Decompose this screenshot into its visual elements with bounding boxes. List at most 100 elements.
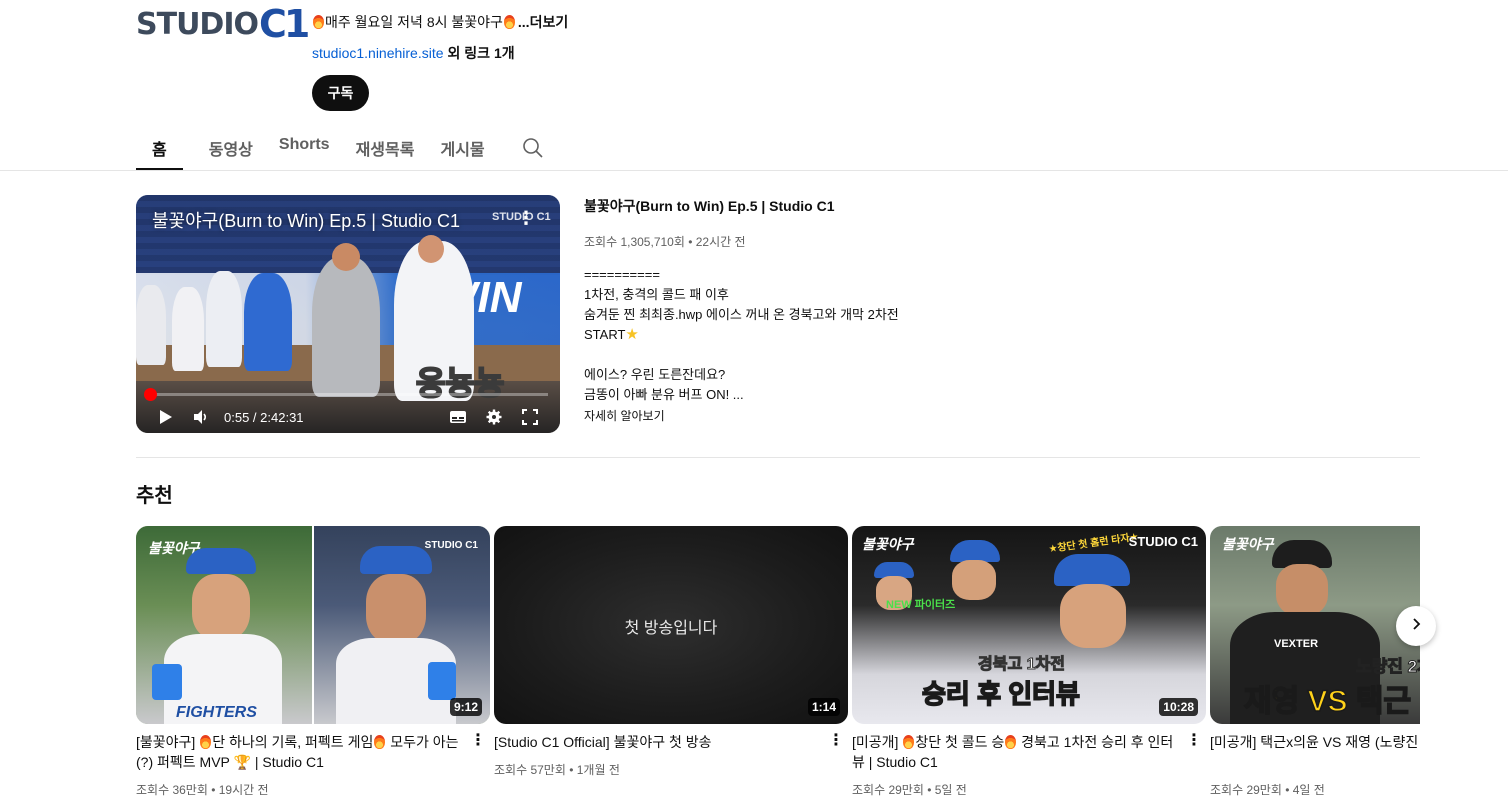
featured-video-meta: 조회수 1,305,710회 • 22시간 전 <box>584 235 746 249</box>
thumb-badge <box>428 662 456 700</box>
current-time: 0:55 <box>224 409 250 425</box>
video-title-part: [불꽃야구] <box>136 734 200 750</box>
player-caption-art: 옹뇽뇽 <box>415 364 505 402</box>
player-figure <box>1054 554 1130 586</box>
thumb-caption-main: 승리 후 인터뷰 <box>921 678 1080 710</box>
more-vert-icon[interactable]: ⋮ <box>828 732 844 752</box>
thumb-brand: 불꽃야구 <box>862 536 914 552</box>
player-figure <box>360 546 432 574</box>
person-figure <box>1276 564 1328 616</box>
description-line: 금똥이 아빠 분유 버프 ON! ... <box>584 387 744 402</box>
play-icon[interactable] <box>158 409 174 425</box>
player-figure <box>950 540 1000 562</box>
player-figure <box>1060 584 1126 648</box>
video-duration: 9:12 <box>449 698 482 716</box>
player-person-head <box>332 243 360 271</box>
tab-home[interactable]: 홈 <box>136 124 183 170</box>
player-person <box>206 271 242 367</box>
thumb-banner: ★창단 첫 홈런 타자★ <box>1047 531 1140 556</box>
tab-posts[interactable]: 게시물 <box>440 124 484 170</box>
video-meta: 조회수 57만회 • 1개월 전 <box>494 763 620 777</box>
featured-video-title[interactable]: 불꽃야구(Burn to Win) Ep.5 | Studio C1 <box>584 196 835 216</box>
player-figure <box>186 548 256 574</box>
video-card[interactable]: 첫 방송입니다 1:14 [Studio C1 Official] 불꽃야구 첫… <box>494 526 848 777</box>
more-links[interactable]: 외 링크 1개 <box>448 45 515 61</box>
video-title[interactable]: [미공개] 택근x의윤 VS 재영 (노량진 2차전) | Studio C1 <box>1210 732 1420 752</box>
video-card[interactable]: 불꽃야구 STUDIO C1 FIGHTERS 9:12 [불꽃야구] 단 하나… <box>136 526 490 797</box>
player-figure <box>192 574 250 640</box>
thumb-caption-top: 노량진 2차전 <box>1355 657 1420 677</box>
trophy-emoji: 🏆 <box>233 754 251 770</box>
thumb-logo: STUDIO C1 <box>1128 534 1198 549</box>
description-line: 1차전, 충격의 콜드 패 이후 <box>584 287 729 302</box>
channel-logo: STUDIO C1 <box>136 0 310 48</box>
thumb-badge <box>152 664 182 700</box>
player-figure <box>366 574 426 644</box>
fire-emoji <box>1005 735 1017 749</box>
logo-text-studio: STUDIO <box>136 6 259 42</box>
video-meta: 조회수 29만회 • 4일 전 <box>1210 783 1325 797</box>
video-thumbnail[interactable]: 첫 방송입니다 1:14 <box>494 526 848 724</box>
video-thumbnail[interactable]: 불꽃야구 VEXTER 노량진 2차전 재영 VS 택근 <box>1210 526 1420 724</box>
player-person <box>172 287 204 371</box>
video-title-part: [미공개] <box>852 734 903 750</box>
thumb-text: 첫 방송입니다 <box>624 620 718 637</box>
video-title-part: 창단 첫 콜드 승 <box>915 734 1005 750</box>
video-card[interactable]: 불꽃야구 VEXTER 노량진 2차전 재영 VS 택근 [미공개] 택근x의윤… <box>1210 526 1420 797</box>
video-card[interactable]: 불꽃야구 ★창단 첫 홈런 타자★ STUDIO C1 NEW 파이터즈 경북고… <box>852 526 1206 797</box>
channel-link[interactable]: studioc1.ninehire.site <box>312 45 444 61</box>
tabs-divider <box>0 170 1508 171</box>
recommended-shelf: 불꽃야구 STUDIO C1 FIGHTERS 9:12 [불꽃야구] 단 하나… <box>136 526 1420 811</box>
tab-shorts[interactable]: Shorts <box>279 124 330 170</box>
video-thumbnail[interactable]: 불꽃야구 ★창단 첫 홈런 타자★ STUDIO C1 NEW 파이터즈 경북고… <box>852 526 1206 724</box>
recommended-heading: 추천 <box>136 485 173 507</box>
player-person-head <box>418 235 444 263</box>
logo-text-c1: C1 <box>259 2 310 46</box>
video-title-part: | Studio C1 <box>250 754 324 770</box>
description-line: 숨겨둔 찐 최최종.hwp 에이스 꺼내 온 경북고와 개막 2차전 <box>584 307 899 322</box>
video-meta: 조회수 36만회 • 19시간 전 <box>136 783 269 797</box>
player-person <box>136 285 166 365</box>
jersey-text: FIGHTERS <box>176 704 257 721</box>
subtitles-icon[interactable] <box>449 409 467 425</box>
thumb-caption-top: 경북고 1차전 <box>978 656 1066 674</box>
settings-icon[interactable] <box>485 409 503 425</box>
player-figure <box>952 560 996 600</box>
description-line: START★ <box>584 325 899 345</box>
player-person <box>312 257 380 397</box>
more-vert-icon[interactable]: ⋮ <box>1186 732 1202 752</box>
shirt-text: VEXTER <box>1274 638 1319 650</box>
channel-links: studioc1.ninehire.site 외 링크 1개 <box>312 43 515 63</box>
total-time: 2:42:31 <box>260 409 304 425</box>
thumb-logo: STUDIO C1 <box>424 540 478 551</box>
video-duration: 10:28 <box>1159 698 1198 716</box>
player-overlay-title[interactable]: 불꽃야구(Burn to Win) Ep.5 | Studio C1 <box>152 207 460 233</box>
player-controls: 0:55 / 2:42:31 <box>136 401 560 433</box>
description-line-text: START <box>584 327 626 342</box>
fullscreen-icon[interactable] <box>522 409 538 425</box>
more-vert-icon[interactable]: ⋮ <box>517 208 535 228</box>
fire-emoji <box>313 15 324 29</box>
video-thumbnail[interactable]: 불꽃야구 STUDIO C1 FIGHTERS 9:12 <box>136 526 490 724</box>
featured-video-player[interactable]: WIN 불꽃야구(Burn to Win) Ep.5 | Studio C1 S… <box>136 195 560 433</box>
player-progress-bar[interactable] <box>144 388 548 401</box>
search-icon[interactable] <box>521 136 545 160</box>
fire-emoji <box>200 735 212 749</box>
video-duration: 1:14 <box>807 698 840 716</box>
description-line: 에이스? 우린 도른잔데요? <box>584 367 726 382</box>
fire-emoji <box>374 735 386 749</box>
volume-icon[interactable] <box>193 409 209 425</box>
chevron-right-icon <box>1409 617 1423 636</box>
tab-playlists[interactable]: 재생목록 <box>356 124 415 170</box>
channel-description[interactable]: 매주 월요일 저녁 8시 불꽃야구 ...더보기 <box>312 12 568 32</box>
thumb-split <box>312 526 314 724</box>
shelf-next-button[interactable] <box>1396 606 1436 646</box>
video-title[interactable]: [불꽃야구] 단 하나의 기록, 퍼펙트 게임 모두가 아는 (?) 퍼펙트 M… <box>136 732 462 772</box>
subscribe-button[interactable]: 구독 <box>312 75 369 111</box>
learn-more-link[interactable]: 자세히 알아보기 <box>584 407 665 424</box>
tab-videos[interactable]: 동영상 <box>209 124 253 170</box>
video-title[interactable]: [미공개] 창단 첫 콜드 승 경북고 1차전 승리 후 인터뷰 | Studi… <box>852 732 1178 772</box>
video-title[interactable]: [Studio C1 Official] 불꽃야구 첫 방송 <box>494 732 820 752</box>
description-more-link[interactable]: ...더보기 <box>518 12 568 32</box>
more-vert-icon[interactable]: ⋮ <box>470 732 486 752</box>
